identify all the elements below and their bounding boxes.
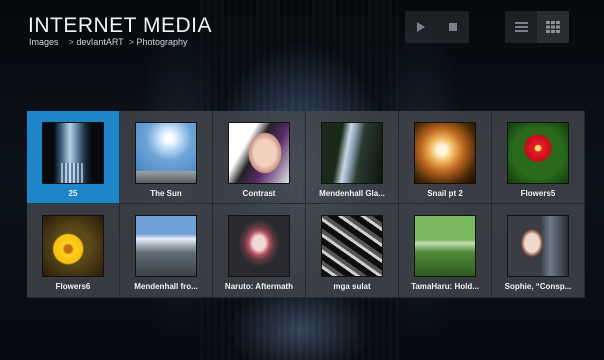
stop-icon <box>449 23 457 31</box>
gallery-item[interactable]: Naruto: Aftermath <box>213 204 306 298</box>
thumbnail-image <box>507 122 569 184</box>
thumbnail-image <box>414 215 476 277</box>
gallery-item-caption: Contrast <box>242 189 276 198</box>
gallery-item[interactable]: Contrast <box>213 111 306 204</box>
page-title: INTERNET MEDIA <box>28 14 212 37</box>
thumbnail-image <box>135 215 197 277</box>
thumbnail-image <box>42 215 104 277</box>
play-button[interactable] <box>405 11 437 43</box>
gallery-item-caption: Mendenhall fro... <box>134 282 198 291</box>
gallery-item[interactable]: Snail pt 2 <box>399 111 492 204</box>
list-view-icon <box>514 22 528 32</box>
gallery-item-caption: Mendenhall Gla... <box>319 189 385 198</box>
gallery-item-caption: Flowers5 <box>520 189 556 198</box>
gallery-item[interactable]: 25 <box>27 111 120 204</box>
gallery-item-caption: Sophie, “Consp... <box>504 282 572 291</box>
breadcrumb: Images > devIantART > Photography <box>29 37 188 47</box>
play-icon <box>417 22 425 32</box>
gallery-item-caption: Flowers6 <box>55 282 91 291</box>
thumbnail-image <box>135 122 197 184</box>
gallery-item[interactable]: mga sulat <box>306 204 399 298</box>
grid-view-icon <box>546 21 560 33</box>
gallery-item-caption: Naruto: Aftermath <box>224 282 294 291</box>
thumbnail-image <box>42 122 104 184</box>
gallery-item-caption: mga sulat <box>333 282 371 291</box>
gallery-item-caption: The Sun <box>150 189 182 198</box>
gallery-item-caption: 25 <box>68 189 78 198</box>
gallery-item[interactable]: The Sun <box>120 111 213 204</box>
list-view-button[interactable] <box>505 11 537 43</box>
breadcrumb-item-photography[interactable]: Photography <box>136 37 187 47</box>
gallery-grid: 25 The Sun Contrast Mendenhall Gla... Snail … <box>27 111 585 298</box>
gallery-item[interactable]: TamaHaru: Hold... <box>399 204 492 298</box>
thumbnail-image <box>321 215 383 277</box>
thumbnail-image <box>228 122 290 184</box>
media-app: INTERNET MEDIA Images > devIantART > Pho… <box>0 0 604 360</box>
thumbnail-image <box>321 122 383 184</box>
thumbnail-image <box>507 215 569 277</box>
gallery-item-caption: TamaHaru: Hold... <box>411 282 479 291</box>
breadcrumb-item-deviantart[interactable]: devIantART <box>76 37 123 47</box>
playback-toolbar <box>405 11 469 43</box>
thumbnail-image <box>228 215 290 277</box>
view-toolbar <box>505 11 569 43</box>
gallery-item[interactable]: Flowers6 <box>27 204 120 298</box>
stop-button[interactable] <box>437 11 469 43</box>
gallery-item[interactable]: Mendenhall fro... <box>120 204 213 298</box>
thumbnail-image <box>414 122 476 184</box>
breadcrumb-item-images[interactable]: Images <box>29 37 59 47</box>
gallery-item[interactable]: Flowers5 <box>492 111 585 204</box>
grid-view-button[interactable] <box>537 11 569 43</box>
gallery-item-caption: Snail pt 2 <box>427 189 463 198</box>
gallery-item[interactable]: Sophie, “Consp... <box>492 204 585 298</box>
gallery-item[interactable]: Mendenhall Gla... <box>306 111 399 204</box>
